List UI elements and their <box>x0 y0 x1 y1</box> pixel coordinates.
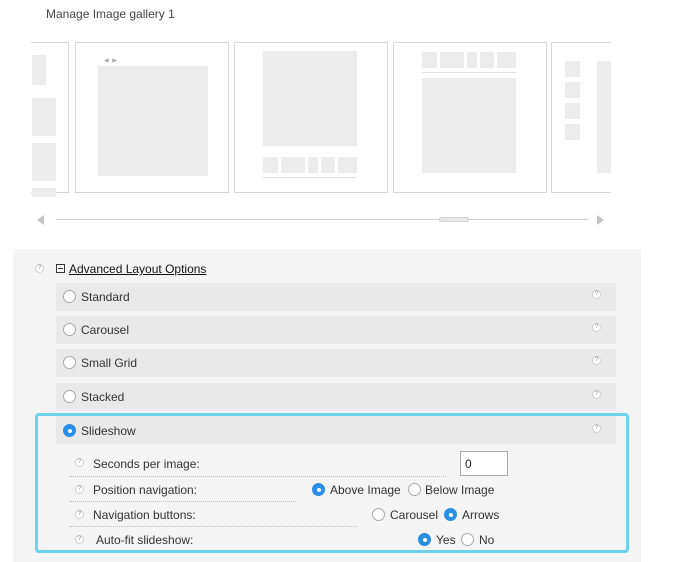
option-label: Standard <box>81 290 130 304</box>
layout-thumb-standard[interactable] <box>234 42 388 193</box>
option-label: Carousel <box>81 323 130 337</box>
layout-thumbnails: ◀ ▶ <box>31 42 611 197</box>
advanced-layout-toggle[interactable]: Advanced Layout Options <box>69 262 206 276</box>
radio-stacked[interactable] <box>63 390 76 403</box>
help-icon[interactable]: ? <box>592 290 601 299</box>
scroll-right-arrow-icon[interactable] <box>597 215 604 225</box>
layout-option-small-grid[interactable]: Small Grid ? <box>56 349 616 377</box>
radio-carousel[interactable] <box>63 323 76 336</box>
help-icon[interactable]: ? <box>592 356 601 365</box>
layout-option-standard[interactable]: Standard ? <box>56 283 616 311</box>
help-icon[interactable]: ? <box>35 264 44 273</box>
help-icon[interactable]: ? <box>592 390 601 399</box>
mini-arrows-icon: ◀ ▶ <box>104 58 118 64</box>
option-label: Small Grid <box>81 356 138 370</box>
scroll-left-arrow-icon[interactable] <box>37 215 44 225</box>
layout-option-stacked[interactable]: Stacked ? <box>56 383 616 411</box>
radio-standard[interactable] <box>63 290 76 303</box>
scroll-thumb[interactable] <box>439 217 469 222</box>
layout-thumb-small-grid[interactable] <box>31 42 69 197</box>
scroll-track[interactable] <box>56 219 588 220</box>
page-title: Manage Image gallery 1 <box>46 7 175 21</box>
layout-option-carousel[interactable]: Carousel ? <box>56 316 616 344</box>
layout-thumb-carousel[interactable]: ◀ ▶ <box>75 42 229 193</box>
radio-small-grid[interactable] <box>63 356 76 369</box>
option-label: Stacked <box>81 390 125 404</box>
slideshow-highlight <box>35 413 629 553</box>
layout-thumb-stacked[interactable] <box>551 42 611 193</box>
layout-thumb-slideshow[interactable] <box>393 42 547 193</box>
collapse-icon[interactable] <box>56 264 65 273</box>
help-icon[interactable]: ? <box>592 323 601 332</box>
